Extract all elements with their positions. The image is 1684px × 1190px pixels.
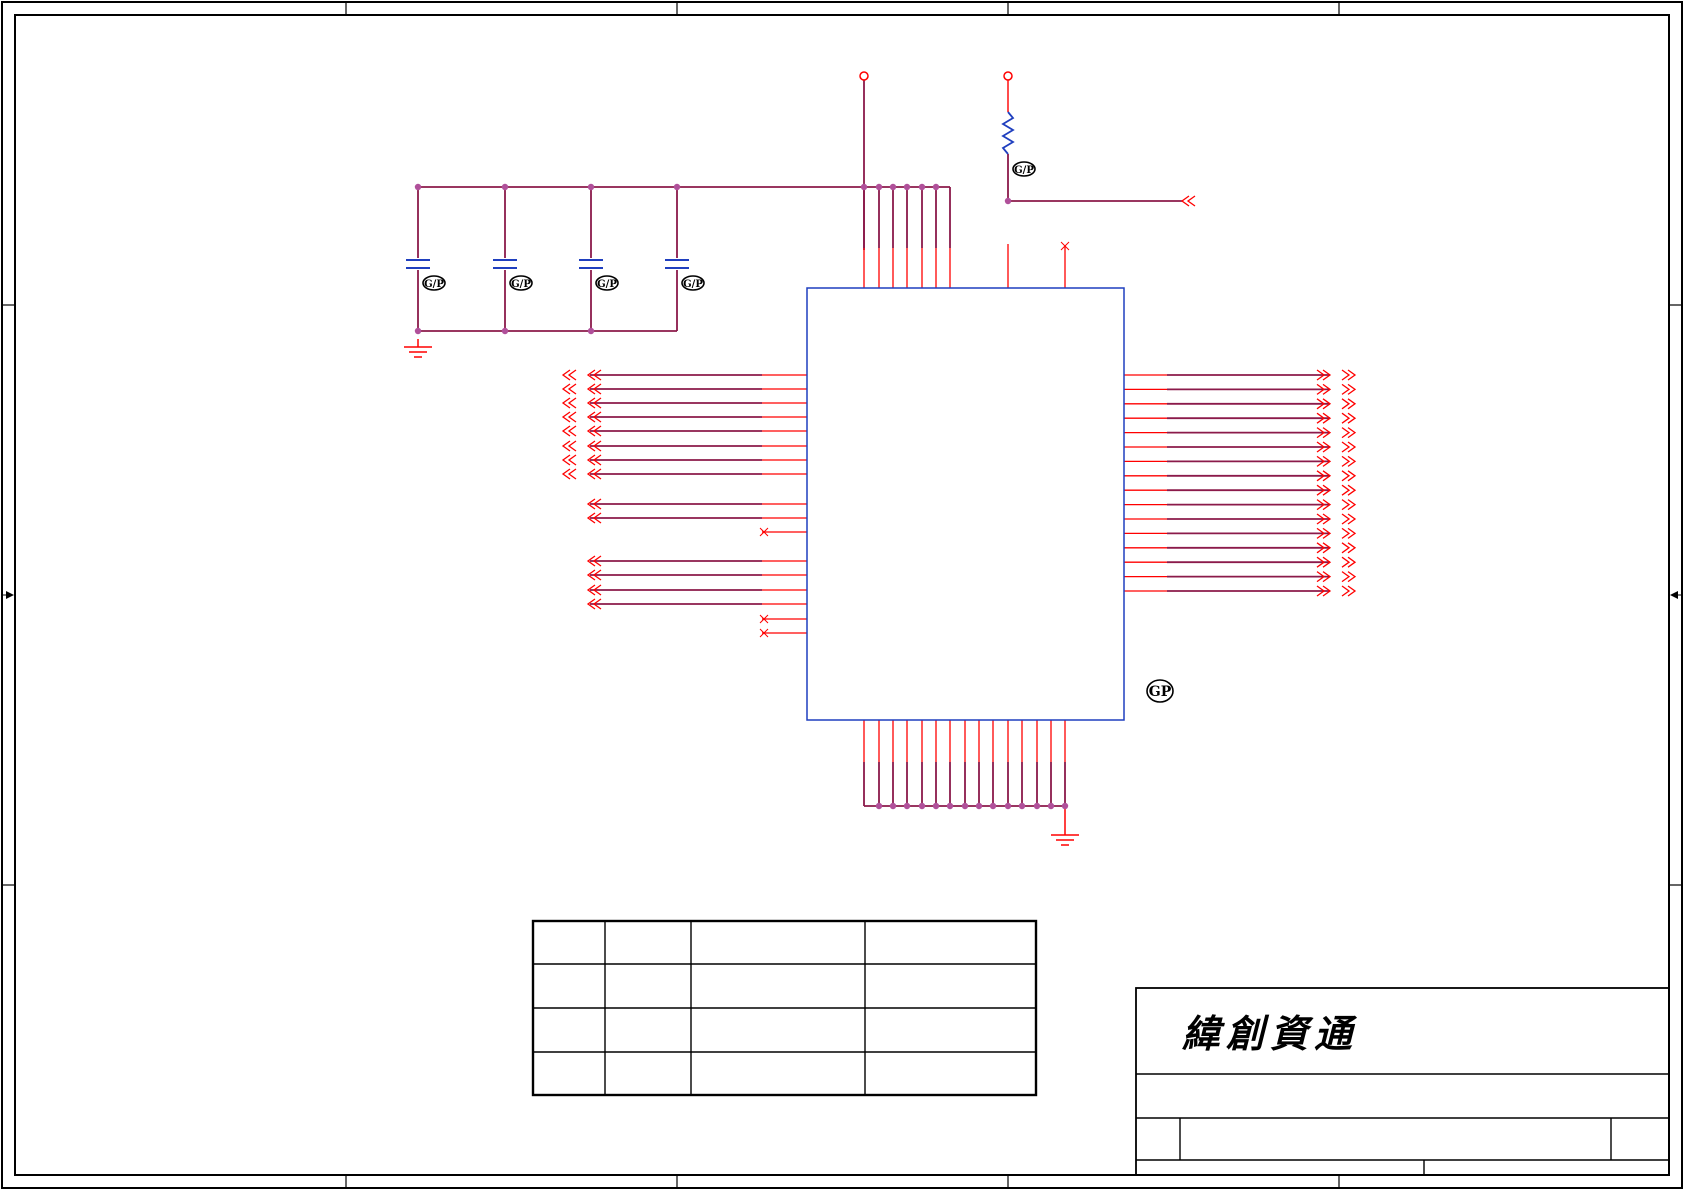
offpage-chevron bbox=[1341, 470, 1351, 482]
gp-markers: G/P G/P G/P G/P G/P GP bbox=[422, 161, 1174, 703]
offpage-chevron bbox=[1186, 195, 1196, 207]
ground-symbols bbox=[404, 339, 1079, 846]
offpage-chevron bbox=[567, 369, 577, 381]
junction-dot bbox=[1004, 197, 1012, 205]
junction-dot bbox=[932, 183, 940, 191]
offpage-chevron bbox=[567, 440, 577, 452]
junction-dot bbox=[1004, 802, 1012, 810]
junction-dot bbox=[1061, 802, 1069, 810]
outer-border bbox=[1, 1, 1683, 1189]
offpage-chevron bbox=[1341, 585, 1351, 597]
junction-dot bbox=[918, 183, 926, 191]
offpage-chevron bbox=[567, 468, 577, 480]
net-wires bbox=[417, 71, 1330, 827]
ic-pins bbox=[762, 244, 1167, 762]
offpage-chevron bbox=[1341, 527, 1351, 539]
junction-dot bbox=[1018, 802, 1026, 810]
gp-marker-text: G/P bbox=[424, 279, 444, 290]
offpage-chevron bbox=[567, 425, 577, 437]
junction-dot bbox=[889, 802, 897, 810]
offpage-chevron bbox=[567, 397, 577, 409]
junction-dot bbox=[975, 802, 983, 810]
junction-dot bbox=[860, 183, 868, 191]
junction-dot bbox=[1047, 802, 1055, 810]
junction-dot bbox=[414, 327, 422, 335]
junction-dot bbox=[946, 802, 954, 810]
offpage-chevron bbox=[1341, 556, 1351, 568]
company-logo: 緯創資通 bbox=[1182, 1011, 1359, 1056]
offpage-chevron bbox=[1341, 513, 1351, 525]
offpage-chevron bbox=[1341, 412, 1351, 424]
junction-dot bbox=[587, 183, 595, 191]
junction-dot bbox=[673, 183, 681, 191]
offpage-chevron bbox=[1341, 542, 1351, 554]
offpage-chevron bbox=[1341, 427, 1351, 439]
junction-dot bbox=[918, 802, 926, 810]
gp-marker-text: G/P bbox=[1014, 165, 1034, 176]
junction-dot bbox=[889, 183, 897, 191]
junction-dot bbox=[414, 183, 422, 191]
junction-dot bbox=[875, 802, 883, 810]
offpage-chevron bbox=[1341, 441, 1351, 453]
ic-component-body bbox=[806, 287, 1125, 721]
pullup-resistor bbox=[1001, 111, 1015, 155]
offpage-chevron bbox=[1341, 455, 1351, 467]
gp-marker-text: G/P bbox=[597, 279, 617, 290]
resistor-zigzag bbox=[1001, 111, 1015, 155]
junction-dot bbox=[1033, 802, 1041, 810]
junction-dot bbox=[961, 802, 969, 810]
junction-dot bbox=[903, 802, 911, 810]
offpage-chevron bbox=[1341, 499, 1351, 511]
offpage-chevron bbox=[567, 383, 577, 395]
revision-table bbox=[531, 919, 1038, 1097]
drawing-frame bbox=[1, 1, 1683, 1189]
offpage-chevron bbox=[1341, 571, 1351, 583]
junction-dot bbox=[501, 327, 509, 335]
gp-marker-text: G/P bbox=[511, 279, 531, 290]
junction-dot bbox=[587, 327, 595, 335]
junction-dot bbox=[903, 183, 911, 191]
junction-dot bbox=[875, 183, 883, 191]
offpage-chevron bbox=[567, 454, 577, 466]
power-port-vdd bbox=[859, 71, 869, 81]
gp-marker-text: GP bbox=[1149, 684, 1172, 700]
offpage-chevron bbox=[567, 411, 577, 423]
junction-dot bbox=[932, 802, 940, 810]
gp-marker-text: G/P bbox=[683, 279, 703, 290]
inner-border bbox=[14, 14, 1670, 1176]
offpage-chevron bbox=[1341, 398, 1351, 410]
junction-dot bbox=[989, 802, 997, 810]
decoupling-capacitors bbox=[406, 259, 689, 269]
offpage-chevron bbox=[1341, 383, 1351, 395]
junction-dot bbox=[501, 183, 509, 191]
power-port-pullup bbox=[1003, 71, 1013, 81]
offpage-chevron bbox=[1341, 369, 1351, 381]
offpage-chevron bbox=[1341, 484, 1351, 496]
